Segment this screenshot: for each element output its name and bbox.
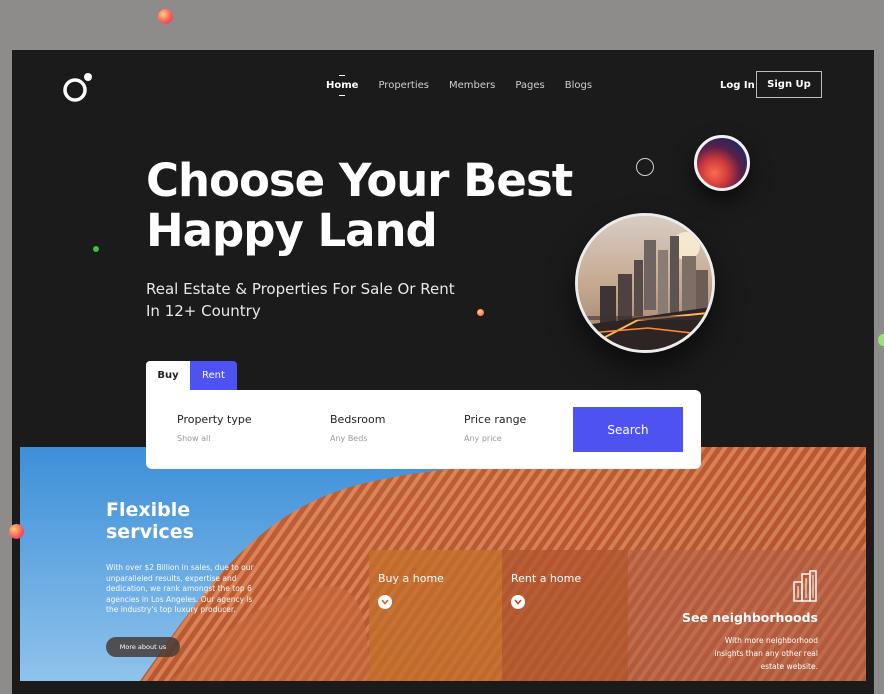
decorative-orb [9,524,24,539]
city-skyline-illustration [578,216,712,350]
abstract-orb-image [694,135,750,191]
decorative-dot [93,246,99,252]
card-title: See neighborhoods [682,610,818,625]
services-title: Flexible services [106,499,226,543]
nav-item-home[interactable]: Home [326,80,358,91]
landing-page-frame: Home Properties Members Pages Blogs Log … [12,50,874,694]
hero-subtitle: Real Estate & Properties For Sale Or Ren… [146,278,476,322]
hero-subtitle-line: In 12+ Country [146,302,261,320]
services-title-line: Flexible [106,499,191,521]
hero-title-line: Happy Land [146,204,438,257]
price-range-select[interactable]: Price range Any price [464,413,526,443]
card-description: With more neighborhood insights than any… [714,636,818,671]
chevron-down-icon[interactable] [511,595,525,609]
hero-title-line: Choose Your Best [146,154,573,207]
nav-item-pages[interactable]: Pages [515,80,544,91]
login-link[interactable]: Log In [720,80,755,91]
buildings-icon [793,570,817,602]
chevron-down-icon[interactable] [378,595,392,609]
nav-item-blogs[interactable]: Blogs [565,80,592,91]
signup-button[interactable]: Sign Up [756,71,822,98]
tab-buy[interactable]: Buy [146,361,190,390]
services-band: Flexible services With over $2 Billion i… [20,447,866,681]
city-photo [575,213,715,353]
field-label: Property type [177,413,252,426]
tab-rent[interactable]: Rent [190,361,237,390]
nav-item-members[interactable]: Members [449,80,495,91]
search-panel: Property type Show all Bedsroom Any Beds… [146,390,701,469]
rent-home-card[interactable]: Rent a home [502,550,628,681]
field-label: Price range [464,413,527,426]
hero-title: Choose Your Best Happy Land [146,156,586,256]
bedrooms-select[interactable]: Bedsroom Any Beds [330,413,385,443]
main-nav: Home Properties Members Pages Blogs [326,80,592,91]
property-type-select[interactable]: Property type Show all [177,413,252,443]
field-value: Any Beds [330,434,368,443]
search-button[interactable]: Search [573,407,683,452]
field-value: Show all [177,434,211,443]
card-title: Buy a home [378,572,444,585]
services-description: With over $2 Billion in sales, due to ou… [106,563,254,614]
logo-icon [63,73,92,102]
neighborhoods-card[interactable]: See neighborhoods With more neighborhood… [628,550,866,681]
decorative-ring [636,158,654,176]
field-value: Any price [464,434,502,443]
hero-subtitle-line: Real Estate & Properties For Sale Or Ren… [146,280,455,298]
buy-home-card[interactable]: Buy a home [369,550,502,681]
decorative-orb [878,334,884,346]
more-about-us-button[interactable]: More about us [106,637,180,657]
decorative-orb [158,9,173,24]
decorative-dot [477,309,484,316]
field-label: Bedsroom [330,413,386,426]
services-title-line: services [106,521,194,543]
card-title: Rent a home [511,572,582,585]
nav-item-properties[interactable]: Properties [378,80,429,91]
